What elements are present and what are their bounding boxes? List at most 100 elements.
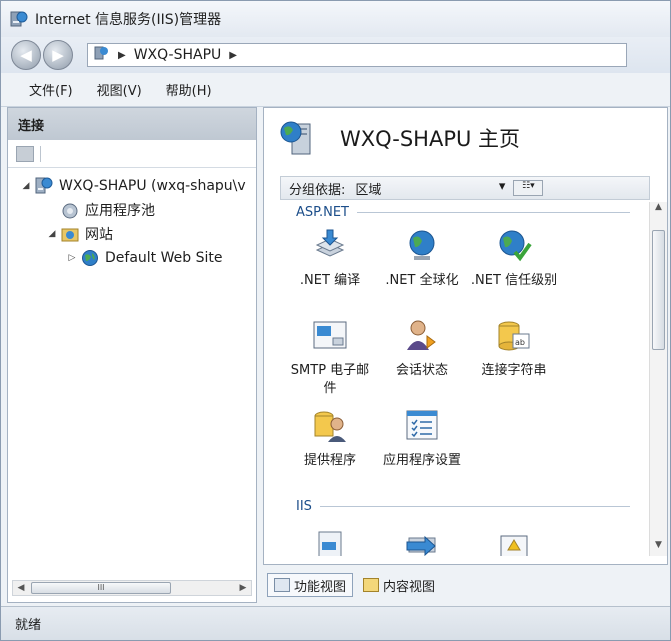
features-list: ASP.NET .NET 编译 .NET 全球化 .NET 信任级别 SMTP … — [280, 202, 644, 556]
feature-iis-partial-2[interactable] — [376, 516, 468, 556]
group-by-value: 区域 — [355, 182, 382, 198]
feature-net-trust-levels[interactable]: .NET 信任级别 — [468, 222, 560, 312]
providers-icon — [311, 408, 349, 444]
tree-item-sites[interactable]: ◢ 网站 — [8, 222, 256, 246]
status-bar: 就绪 — [1, 606, 670, 640]
app-pool-icon — [60, 201, 80, 219]
section-header-aspnet[interactable]: ASP.NET — [280, 202, 644, 222]
address-box[interactable]: ▶ WXQ-SHAPU ▶ — [87, 43, 627, 67]
group-by-label: 分组依据: — [289, 182, 346, 198]
net-globalization-icon — [403, 228, 441, 264]
toolbar-divider — [40, 145, 41, 162]
scroll-down-icon[interactable]: ▼ — [650, 540, 667, 556]
menu-bar: 文件(F) 视图(V) 帮助(H) — [1, 73, 670, 107]
feature-connection-strings[interactable]: ab 连接字符串 — [468, 312, 560, 402]
net-trust-icon — [495, 228, 533, 264]
connections-pane: 连接 ◢ WXQ-SHAPU (wxq-shapu\v 应用程序池 ◢ 网站 ▷… — [7, 107, 257, 603]
menu-view[interactable]: 视图(V) — [97, 80, 142, 99]
connections-header: 连接 — [8, 108, 256, 140]
feature-net-globalization[interactable]: .NET 全球化 — [376, 222, 468, 312]
feature-iis-partial-1[interactable] — [284, 516, 376, 556]
forward-arrow-icon: ▶ — [52, 46, 64, 64]
feature-label: .NET 信任级别 — [470, 273, 558, 288]
page-title: WXQ-SHAPU 主页 — [340, 127, 521, 151]
expand-toggle-icon[interactable]: ◢ — [46, 229, 58, 239]
svg-text:ab: ab — [515, 338, 525, 347]
section-divider — [319, 505, 630, 507]
tab-label: 内容视图 — [383, 579, 436, 595]
session-state-icon — [403, 318, 441, 354]
menu-file[interactable]: 文件(F) — [29, 80, 73, 99]
content-view-icon — [363, 578, 380, 592]
server-small-icon — [94, 45, 110, 65]
feature-iis-partial-3[interactable] — [468, 516, 560, 556]
home-header: WXQ-SHAPU 主页 — [264, 108, 667, 168]
tree-item-app-pools[interactable]: 应用程序池 — [8, 198, 256, 222]
feature-providers[interactable]: 提供程序 — [284, 402, 376, 492]
forward-button[interactable]: ▶ — [43, 40, 73, 70]
breadcrumb-server[interactable]: WXQ-SHAPU — [134, 47, 222, 63]
app-settings-icon — [403, 408, 441, 444]
tree-item-label: 应用程序池 — [85, 203, 155, 219]
arrow-flow-icon — [403, 522, 441, 556]
feature-grid-iis — [280, 516, 644, 556]
vertical-scrollbar[interactable]: ▲ ▼ — [649, 202, 667, 556]
tree-item-label: Default Web Site — [105, 250, 223, 266]
scroll-thumb[interactable] — [652, 230, 665, 350]
back-button[interactable]: ◀ — [11, 40, 41, 70]
status-text: 就绪 — [15, 618, 42, 633]
connect-icon[interactable] — [16, 145, 34, 162]
chevron-down-icon: ▾ — [498, 178, 506, 194]
tab-content-view[interactable]: 内容视图 — [357, 573, 441, 597]
connections-tree: ◢ WXQ-SHAPU (wxq-shapu\v 应用程序池 ◢ 网站 ▷ De… — [8, 168, 256, 270]
sites-folder-icon — [60, 225, 80, 243]
expand-toggle-icon[interactable]: ▷ — [66, 253, 78, 263]
feature-grid-aspnet: .NET 编译 .NET 全球化 .NET 信任级别 SMTP 电子邮件 会话状… — [280, 222, 644, 492]
server-large-icon — [278, 118, 318, 158]
connection-strings-icon: ab — [495, 318, 533, 354]
smtp-email-icon — [311, 318, 349, 354]
feature-smtp-email[interactable]: SMTP 电子邮件 — [284, 312, 376, 402]
expand-toggle-icon[interactable]: ◢ — [20, 181, 32, 191]
tab-label: 功能视图 — [294, 579, 347, 595]
feature-net-compilation[interactable]: .NET 编译 — [284, 222, 376, 312]
tree-item-label: WXQ-SHAPU (wxq-shapu\v — [59, 178, 246, 194]
feature-app-settings[interactable]: 应用程序设置 — [376, 402, 468, 492]
warning-page-icon — [495, 522, 533, 556]
menu-help[interactable]: 帮助(H) — [166, 80, 212, 99]
home-pane: WXQ-SHAPU 主页 分组依据: 区域 ▾ ☷▾ ASP.NET .NET … — [263, 107, 668, 565]
feature-label: 应用程序设置 — [382, 453, 461, 468]
scroll-right-icon[interactable]: ▶ — [235, 583, 251, 593]
iis-app-icon — [9, 9, 29, 29]
scroll-up-icon[interactable]: ▲ — [650, 202, 667, 218]
group-by-bar: 分组依据: 区域 ▾ ☷▾ — [280, 176, 650, 200]
features-view-icon — [274, 578, 290, 592]
tree-item-server[interactable]: ◢ WXQ-SHAPU (wxq-shapu\v — [8, 174, 256, 198]
tab-features-view[interactable]: 功能视图 — [267, 573, 354, 597]
section-header-iis[interactable]: IIS — [280, 496, 644, 516]
feature-label: 会话状态 — [395, 363, 448, 378]
scroll-thumb[interactable]: III — [31, 582, 171, 594]
tree-item-label: 网站 — [85, 227, 113, 243]
feature-label: .NET 编译 — [299, 273, 361, 288]
view-tabs: 功能视图 内容视图 — [267, 571, 445, 599]
connections-toolbar — [8, 140, 256, 168]
document-icon — [311, 522, 349, 556]
address-bar: ◀ ▶ ▶ WXQ-SHAPU ▶ — [1, 37, 670, 73]
section-divider — [356, 211, 630, 213]
section-title: ASP.NET — [296, 204, 349, 220]
net-compile-icon — [311, 228, 349, 264]
title-bar: Internet 信息服务(IIS)管理器 — [1, 1, 670, 37]
feature-label: 提供程序 — [303, 453, 356, 468]
horizontal-scrollbar[interactable]: ◀ III ▶ — [12, 580, 252, 596]
globe-icon — [80, 249, 100, 267]
view-mode-button[interactable]: ☷▾ — [513, 180, 544, 196]
scroll-left-icon[interactable]: ◀ — [13, 583, 29, 593]
window-title: Internet 信息服务(IIS)管理器 — [35, 12, 222, 28]
feature-session-state[interactable]: 会话状态 — [376, 312, 468, 402]
breadcrumb-separator-icon: ▶ — [118, 49, 126, 61]
breadcrumb-chevron-icon[interactable]: ▶ — [229, 50, 237, 61]
feature-label: .NET 全球化 — [385, 273, 459, 288]
tree-item-default-web-site[interactable]: ▷ Default Web Site — [8, 246, 256, 270]
group-by-select[interactable]: 区域 ▾ — [355, 179, 505, 198]
